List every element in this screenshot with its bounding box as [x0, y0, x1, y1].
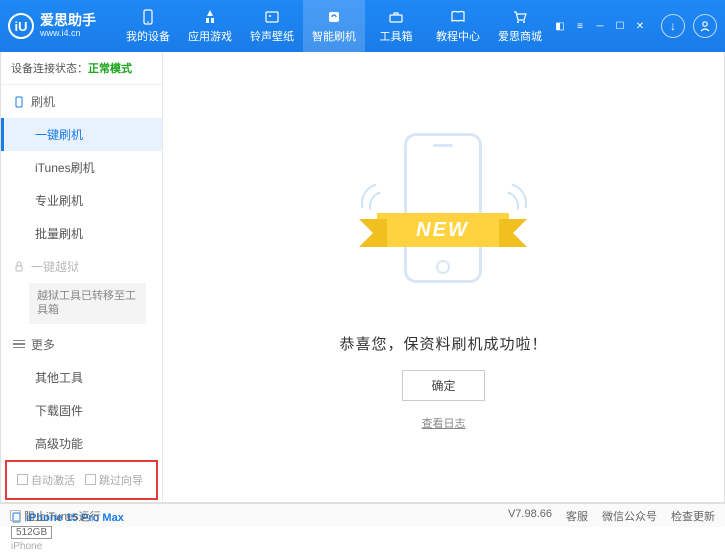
- skip-guide-checkbox[interactable]: 跳过向导: [85, 472, 143, 488]
- app-name: 爱思助手: [40, 13, 96, 28]
- menu-icon[interactable]: ≡: [571, 19, 589, 33]
- nav-store[interactable]: 爱思商城: [489, 0, 551, 52]
- menu-other-tools[interactable]: 其他工具: [1, 361, 162, 394]
- nav-label: 智能刷机: [312, 28, 356, 44]
- minimize-icon[interactable]: ─: [591, 19, 609, 33]
- nav-apps[interactable]: 应用游戏: [179, 0, 241, 52]
- header-right: ◧ ≡ ─ ☐ ✕ ↓: [551, 14, 717, 38]
- nav-label: 应用游戏: [188, 28, 232, 44]
- options-row: 自动激活 跳过向导: [5, 460, 158, 500]
- footer-update[interactable]: 检查更新: [671, 508, 715, 524]
- ok-button[interactable]: 确定: [402, 370, 484, 401]
- menu-one-key-flash[interactable]: 一键刷机: [1, 118, 162, 151]
- nav-label: 工具箱: [380, 28, 413, 44]
- auto-activate-checkbox[interactable]: 自动激活: [17, 472, 75, 488]
- apps-icon: [202, 9, 218, 25]
- menu-itunes-flash[interactable]: iTunes刷机: [1, 151, 162, 184]
- maximize-icon[interactable]: ☐: [611, 19, 629, 33]
- new-ribbon: NEW: [377, 213, 509, 247]
- menu-advanced[interactable]: 高级功能: [1, 427, 162, 460]
- group-flash[interactable]: 刷机: [1, 85, 162, 118]
- book-icon: [450, 9, 466, 25]
- nav-label: 我的设备: [126, 28, 170, 44]
- more-icon: [13, 338, 25, 351]
- nav-smart-flash[interactable]: 智能刷机: [303, 0, 365, 52]
- group-more[interactable]: 更多: [1, 328, 162, 361]
- user-button[interactable]: [693, 14, 717, 38]
- nav-label: 铃声壁纸: [250, 28, 294, 44]
- main-content: NEW 恭喜您，保资料刷机成功啦！ 确定 查看日志: [163, 52, 724, 502]
- status-mode: 正常模式: [88, 63, 132, 75]
- nav-tutorials[interactable]: 教程中心: [427, 0, 489, 52]
- top-nav: 我的设备 应用游戏 铃声壁纸 智能刷机 工具箱 教程中心 爱思商城: [117, 0, 551, 52]
- footer-wechat[interactable]: 微信公众号: [602, 508, 657, 524]
- phone-icon: [140, 9, 156, 25]
- menu-batch-flash[interactable]: 批量刷机: [1, 217, 162, 250]
- app-header: iU 爱思助手 www.i4.cn 我的设备 应用游戏 铃声壁纸 智能刷机 工具…: [0, 0, 725, 52]
- nav-ringtones[interactable]: 铃声壁纸: [241, 0, 303, 52]
- logo: iU 爱思助手 www.i4.cn: [8, 13, 117, 39]
- logo-icon: iU: [8, 13, 34, 39]
- nav-label: 教程中心: [436, 28, 480, 44]
- image-icon: [264, 9, 280, 25]
- cart-icon: [512, 9, 528, 25]
- menu-download-firmware[interactable]: 下载固件: [1, 394, 162, 427]
- nav-my-device[interactable]: 我的设备: [117, 0, 179, 52]
- window-controls: ◧ ≡ ─ ☐ ✕: [551, 19, 649, 33]
- nav-label: 爱思商城: [498, 28, 542, 44]
- nav-toolbox[interactable]: 工具箱: [365, 0, 427, 52]
- close-icon[interactable]: ✕: [631, 19, 649, 33]
- flash-icon: [13, 96, 25, 108]
- group-jailbreak: 一键越狱: [1, 250, 162, 283]
- version-label: V7.98.66: [508, 508, 552, 524]
- toolbox-icon: [388, 9, 404, 25]
- skin-icon[interactable]: ◧: [551, 19, 569, 33]
- lock-icon: [13, 261, 25, 273]
- jailbreak-note[interactable]: 越狱工具已转移至工具箱: [29, 283, 146, 324]
- block-itunes-checkbox[interactable]: 阻止iTunes运行: [10, 508, 101, 524]
- app-url: www.i4.cn: [40, 29, 96, 39]
- success-message: 恭喜您，保资料刷机成功啦！: [339, 333, 547, 354]
- download-button[interactable]: ↓: [661, 14, 685, 38]
- connection-status: 设备连接状态：正常模式: [1, 52, 162, 85]
- phone-graphic: [404, 133, 482, 283]
- success-illustration: NEW: [359, 123, 529, 323]
- refresh-icon: [326, 9, 342, 25]
- device-type: iPhone: [11, 541, 152, 552]
- sidebar: 设备连接状态：正常模式 刷机 一键刷机 iTunes刷机 专业刷机 批量刷机 一…: [1, 52, 163, 502]
- menu-pro-flash[interactable]: 专业刷机: [1, 184, 162, 217]
- footer-support[interactable]: 客服: [566, 508, 588, 524]
- view-log-link[interactable]: 查看日志: [422, 415, 466, 431]
- storage-badge: 512GB: [11, 526, 52, 539]
